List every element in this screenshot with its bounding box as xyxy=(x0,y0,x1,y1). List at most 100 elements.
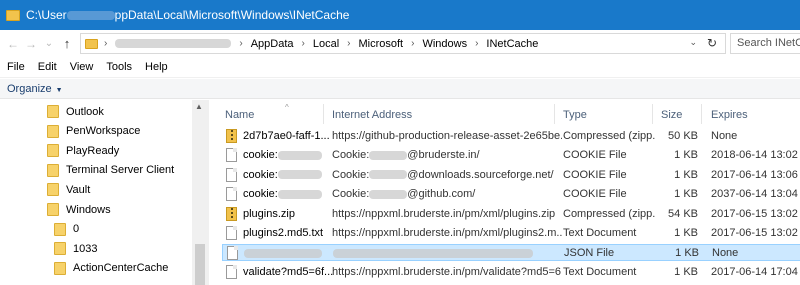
expires-date: 2017-06-15 13:02 xyxy=(711,207,798,220)
menu-help[interactable]: Help xyxy=(145,61,168,73)
up-button[interactable]: ↑ xyxy=(58,36,76,51)
file-size: 1 KB xyxy=(674,265,698,278)
breadcrumb-separator: › xyxy=(347,38,351,49)
column-divider[interactable] xyxy=(701,104,702,124)
tree-item[interactable]: Vault xyxy=(47,180,90,199)
address-bar[interactable]: › › AppData › Local › Microsoft › Window… xyxy=(80,33,726,54)
address-dropdown-button[interactable]: ⌄ xyxy=(689,37,697,48)
tree-item[interactable]: 0 xyxy=(54,220,79,239)
breadcrumb-appdata[interactable]: AppData xyxy=(251,38,294,50)
table-row[interactable]: cookie: Cookie: @bruderste.in/COOKIE File 1… xyxy=(222,147,800,164)
address-row: ← → ⌄ ↑ › › AppData › Local › Microsoft … xyxy=(0,30,800,57)
breadcrumb-windows[interactable]: Windows xyxy=(422,38,467,50)
file-name: cookie: xyxy=(243,188,338,200)
expires-date: 2017-06-14 17:04 xyxy=(711,265,798,278)
folder-icon xyxy=(47,183,59,197)
breadcrumb-local[interactable]: Local xyxy=(313,38,339,50)
file-name: plugins.zip xyxy=(243,207,295,220)
tree-item[interactable]: Windows xyxy=(47,200,111,219)
internet-address: Cookie: @github.com/ xyxy=(332,188,476,201)
folder-icon xyxy=(6,9,20,21)
column-divider[interactable] xyxy=(554,104,555,124)
zip-file-icon xyxy=(226,206,237,221)
expires-date: 2018-06-14 13:02 xyxy=(711,149,798,162)
tree-item[interactable]: Outlook xyxy=(47,102,104,121)
tree-item[interactable]: 1033 xyxy=(54,239,97,258)
tree-item-label: Windows xyxy=(66,203,111,216)
tree-item[interactable]: PlayReady xyxy=(47,141,119,160)
table-row[interactable]: validate?md5=6f... https://nppxml.bruders… xyxy=(222,264,800,281)
folder-icon xyxy=(47,105,59,118)
tree-item-label: ActionCenterCache xyxy=(73,262,169,275)
folder-icon xyxy=(85,38,98,49)
organize-button[interactable]: Organize ▼ xyxy=(7,83,63,95)
menu-tools[interactable]: Tools xyxy=(106,61,132,73)
file-icon xyxy=(226,226,237,240)
file-list[interactable]: ^ Name Internet Address Type Size Expire… xyxy=(209,100,800,285)
file-size: 54 KB xyxy=(668,207,698,220)
breadcrumb-separator: › xyxy=(301,38,305,49)
table-row[interactable]: 2d7b7ae0-faff-1... https://github-product… xyxy=(222,128,800,145)
menu-bar: File Edit View Tools Help xyxy=(0,57,800,78)
folder-icon xyxy=(47,163,59,177)
redacted-username xyxy=(66,11,115,21)
folder-icon xyxy=(54,222,66,236)
folder-icon xyxy=(54,242,66,256)
folder-icon xyxy=(47,124,59,138)
file-name: cookie: xyxy=(243,169,338,181)
expires-date: 2017-06-15 13:02 xyxy=(711,227,798,239)
tree-item-label: 0 xyxy=(73,223,80,236)
table-row[interactable]: cookie: Cookie: @github.com/COOKIE File 1 K… xyxy=(222,186,800,203)
column-header-expires[interactable]: Expires xyxy=(711,104,748,126)
command-bar: Organize ▼ xyxy=(0,79,800,99)
column-header-name[interactable]: ^ Name xyxy=(225,103,289,126)
menu-view[interactable]: View xyxy=(70,61,94,73)
folder-icon xyxy=(47,144,59,158)
menu-edit[interactable]: Edit xyxy=(38,61,57,73)
column-header-address[interactable]: Internet Address xyxy=(332,104,412,126)
zip-file-icon xyxy=(226,129,237,143)
file-name xyxy=(244,247,339,259)
window-title: C:\User ppData\Local\Microsoft\Windows\IN… xyxy=(26,8,350,22)
scrollbar-thumb[interactable] xyxy=(195,244,205,285)
column-divider[interactable] xyxy=(652,104,653,124)
breadcrumb-separator: › xyxy=(411,38,415,49)
expires-date: 2017-06-14 13:06 xyxy=(711,168,798,181)
breadcrumb-separator: › xyxy=(104,38,108,49)
expires-date: 2037-06-14 13:04 xyxy=(711,188,798,201)
internet-address: https://nppxml.bruderste.in/pm/validate?… xyxy=(332,265,562,278)
file-size: 1 KB xyxy=(674,227,698,239)
recent-locations-button[interactable]: ⌄ xyxy=(40,38,58,49)
folder-icon xyxy=(54,261,66,275)
internet-address: https://github-production-release-asset-… xyxy=(332,130,562,142)
column-divider[interactable] xyxy=(323,104,324,124)
menu-file[interactable]: File xyxy=(7,61,25,73)
tree-item[interactable]: Terminal Server Client xyxy=(47,161,174,180)
table-row[interactable]: plugins2.md5.txt https://nppxml.bruderste… xyxy=(222,225,800,242)
internet-address xyxy=(333,247,563,259)
table-row[interactable]: cookie: Cookie: @downloads.sourceforge.net… xyxy=(222,167,800,184)
file-icon xyxy=(226,187,237,202)
tree-item[interactable]: PenWorkspace xyxy=(47,122,140,141)
file-name: 2d7b7ae0-faff-1... xyxy=(243,130,330,142)
column-header-size[interactable]: Size xyxy=(661,104,682,126)
explorer-window: C:\User ppData\Local\Microsoft\Windows\IN… xyxy=(0,0,800,285)
navigation-pane[interactable]: Outlook PenWorkspace PlayReady Terminal Ser… xyxy=(0,100,208,285)
search-input[interactable]: Search INetCa xyxy=(730,33,800,54)
column-header-type[interactable]: Type xyxy=(563,104,587,126)
file-size: 1 KB xyxy=(674,149,698,162)
breadcrumb-separator: › xyxy=(239,38,243,49)
refresh-button[interactable]: ↻ xyxy=(707,36,717,50)
table-row[interactable]: plugins.zip https://nppxml.bruderste.in/p… xyxy=(222,206,800,223)
table-row[interactable]: JSON File 1 KB None xyxy=(222,244,800,262)
file-size: 1 KB xyxy=(674,188,698,201)
file-size: 1 KB xyxy=(674,168,698,181)
forward-button[interactable]: → xyxy=(22,37,40,51)
breadcrumb-microsoft[interactable]: Microsoft xyxy=(358,38,403,50)
navigation-scrollbar[interactable]: ▲ xyxy=(192,100,208,285)
file-icon xyxy=(226,264,237,279)
scroll-up-icon[interactable]: ▲ xyxy=(195,102,203,111)
back-button[interactable]: ← xyxy=(4,37,22,51)
breadcrumb-inetcache[interactable]: INetCache xyxy=(486,38,538,50)
tree-item[interactable]: ActionCenterCache xyxy=(54,259,168,278)
